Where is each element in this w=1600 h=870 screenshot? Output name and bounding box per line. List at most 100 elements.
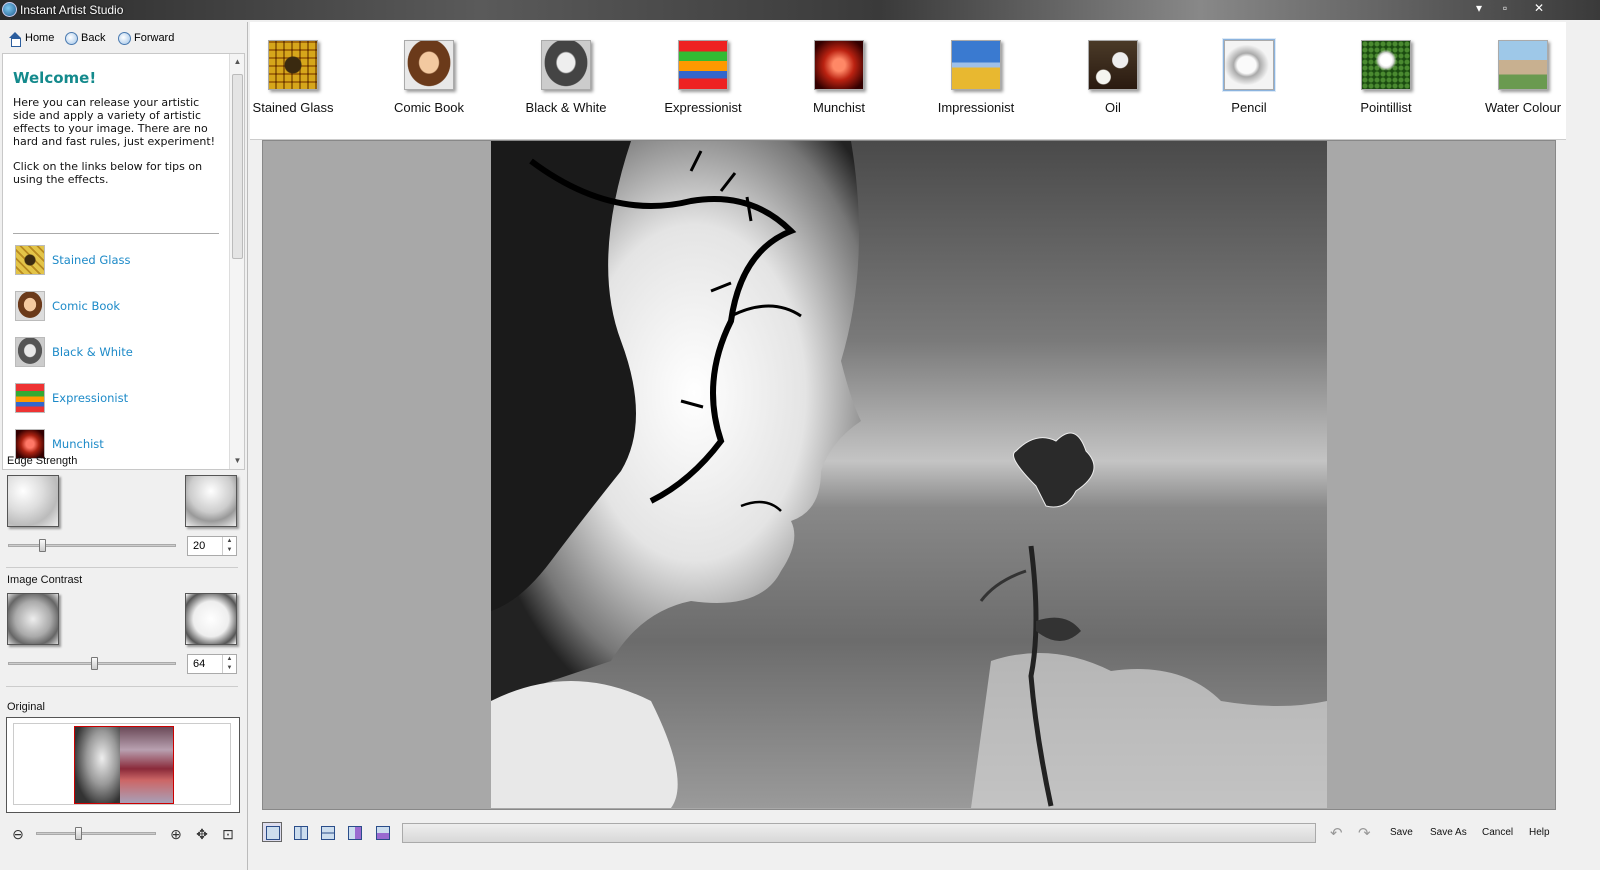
- zoom-track: [36, 832, 156, 835]
- cancel-button[interactable]: Cancel: [1482, 827, 1513, 838]
- minimize-button[interactable]: ▾: [1466, 0, 1492, 18]
- stained-glass-icon: [268, 40, 318, 90]
- view-compare-horizontal-icon: [376, 826, 390, 840]
- help-button[interactable]: Help: [1529, 827, 1550, 838]
- zoom-in-icon[interactable]: ⊕: [168, 826, 184, 842]
- bottom-toolbar: ↶ ↷ Save Save As Cancel Help: [250, 818, 1566, 850]
- zoom-bar: ⊖ ⊕ ✥ ⊡: [0, 822, 248, 846]
- edge-strength-max-preview[interactable]: [185, 475, 237, 527]
- edge-strength-spinner[interactable]: ▲ ▼: [222, 537, 236, 555]
- scroll-up-icon[interactable]: ▲: [232, 57, 243, 67]
- pan-icon[interactable]: ✥: [194, 826, 210, 842]
- image-contrast-max-preview[interactable]: [185, 593, 237, 645]
- edge-strength-value: 20: [193, 540, 206, 552]
- redo-icon[interactable]: ↷: [1358, 824, 1371, 842]
- forward-icon: [118, 31, 131, 45]
- image-canvas[interactable]: [262, 140, 1556, 810]
- view-split-vertical-icon: [294, 826, 308, 840]
- pointillist-icon: [1361, 40, 1411, 90]
- fit-icon[interactable]: ⊡: [220, 826, 236, 842]
- original-face: [75, 727, 120, 803]
- effect-label: Comic Book: [393, 100, 465, 115]
- forward-button[interactable]: Forward: [118, 30, 174, 46]
- edge-strength-label: Edge Strength: [7, 455, 78, 467]
- nav-bar: Home Back Forward: [0, 22, 248, 52]
- effect-pencil[interactable]: Pencil: [1204, 38, 1294, 138]
- effect-black-white[interactable]: Black & White: [521, 38, 611, 138]
- effect-label: Stained Glass: [252, 100, 334, 115]
- help-scrollbar[interactable]: ▲ ▼: [229, 54, 244, 469]
- edge-strength-input[interactable]: 20 ▲ ▼: [187, 536, 237, 556]
- view-split-horizontal-icon: [321, 826, 335, 840]
- comic-book-icon: [15, 291, 45, 321]
- black-white-icon: [15, 337, 45, 367]
- effect-expressionist[interactable]: Expressionist: [658, 38, 748, 138]
- effects-bar: Stained Glass Comic Book Black & White E…: [250, 22, 1566, 140]
- effect-stained-glass[interactable]: Stained Glass: [248, 38, 338, 138]
- close-button[interactable]: ✕: [1526, 0, 1552, 18]
- view-single-icon: [266, 826, 280, 840]
- image-contrast-input[interactable]: 64 ▲ ▼: [187, 654, 237, 674]
- image-contrast-slider[interactable]: [91, 657, 99, 670]
- tip-link-label: Stained Glass: [52, 253, 131, 267]
- home-button[interactable]: Home: [8, 30, 54, 47]
- zoom-slider[interactable]: [75, 827, 82, 840]
- image-contrast-min-preview[interactable]: [7, 593, 59, 645]
- expressionist-icon: [15, 383, 45, 413]
- comic-book-icon: [404, 40, 454, 90]
- tip-link-black-white[interactable]: Black & White: [15, 335, 215, 369]
- tips-intro: Click on the links below for tips on usi…: [13, 160, 203, 186]
- view-single-button[interactable]: [262, 822, 282, 842]
- tip-link-label: Munchist: [52, 437, 104, 451]
- scroll-down-icon[interactable]: ▼: [232, 456, 243, 466]
- effect-water-colour[interactable]: Water Colour: [1478, 38, 1568, 138]
- welcome-intro: Here you can release your artistic side …: [13, 96, 216, 148]
- tip-link-comic-book[interactable]: Comic Book: [15, 289, 215, 323]
- view-compare-vertical-button[interactable]: [344, 822, 364, 842]
- zoom-out-icon[interactable]: ⊖: [10, 826, 26, 842]
- view-split-vertical-button[interactable]: [290, 822, 310, 842]
- tip-link-stained-glass[interactable]: Stained Glass: [15, 243, 215, 277]
- original-image: [74, 726, 174, 804]
- tip-link-label: Expressionist: [52, 391, 129, 405]
- scroll-thumb[interactable]: [232, 74, 243, 259]
- save-button[interactable]: Save: [1390, 827, 1413, 838]
- original-preview[interactable]: [6, 717, 240, 813]
- effect-impressionist[interactable]: Impressionist: [931, 38, 1021, 138]
- effect-munchist[interactable]: Munchist: [794, 38, 884, 138]
- back-icon: [65, 31, 78, 45]
- home-icon: [8, 31, 22, 47]
- title-bar: Instant Artist Studio ▾ ▫ ✕: [0, 0, 1600, 20]
- image-contrast-label: Image Contrast: [7, 574, 83, 586]
- effect-label: Pencil: [1231, 100, 1267, 115]
- forward-label: Forward: [134, 32, 175, 44]
- effect-label: Oil: [1105, 100, 1121, 115]
- welcome-title: Welcome!: [13, 69, 97, 87]
- edge-strength-min-preview[interactable]: [7, 475, 59, 527]
- effect-oil[interactable]: Oil: [1068, 38, 1158, 138]
- edge-strength-slider[interactable]: [38, 539, 46, 552]
- processed-image: [491, 141, 1327, 808]
- help-pane: Welcome! Here you can release your artis…: [2, 53, 245, 470]
- water-colour-icon: [1498, 40, 1548, 90]
- undo-icon[interactable]: ↶: [1330, 824, 1343, 842]
- effect-pointillist[interactable]: Pointillist: [1341, 38, 1431, 138]
- back-button[interactable]: Back: [65, 30, 105, 46]
- effect-comic-book[interactable]: Comic Book: [384, 38, 474, 138]
- progress-bar: [402, 823, 1316, 843]
- window-title: Instant Artist Studio: [20, 3, 124, 17]
- black-white-icon: [541, 40, 591, 90]
- app-icon: [2, 2, 17, 17]
- restore-button[interactable]: ▫: [1492, 0, 1518, 18]
- tip-link-label: Black & White: [52, 345, 133, 359]
- effect-label: Water Colour: [1484, 100, 1562, 115]
- view-split-horizontal-button[interactable]: [317, 822, 337, 842]
- tip-link-expressionist[interactable]: Expressionist: [15, 381, 215, 415]
- save-as-button[interactable]: Save As: [1430, 827, 1467, 838]
- expressionist-icon: [678, 40, 728, 90]
- image-contrast-spinner[interactable]: ▲ ▼: [222, 655, 236, 673]
- left-panel: Home Back Forward Welcome! Here you can …: [0, 22, 248, 870]
- view-compare-vertical-icon: [348, 826, 362, 840]
- view-compare-horizontal-button[interactable]: [372, 822, 392, 842]
- image-contrast-value: 64: [193, 658, 206, 670]
